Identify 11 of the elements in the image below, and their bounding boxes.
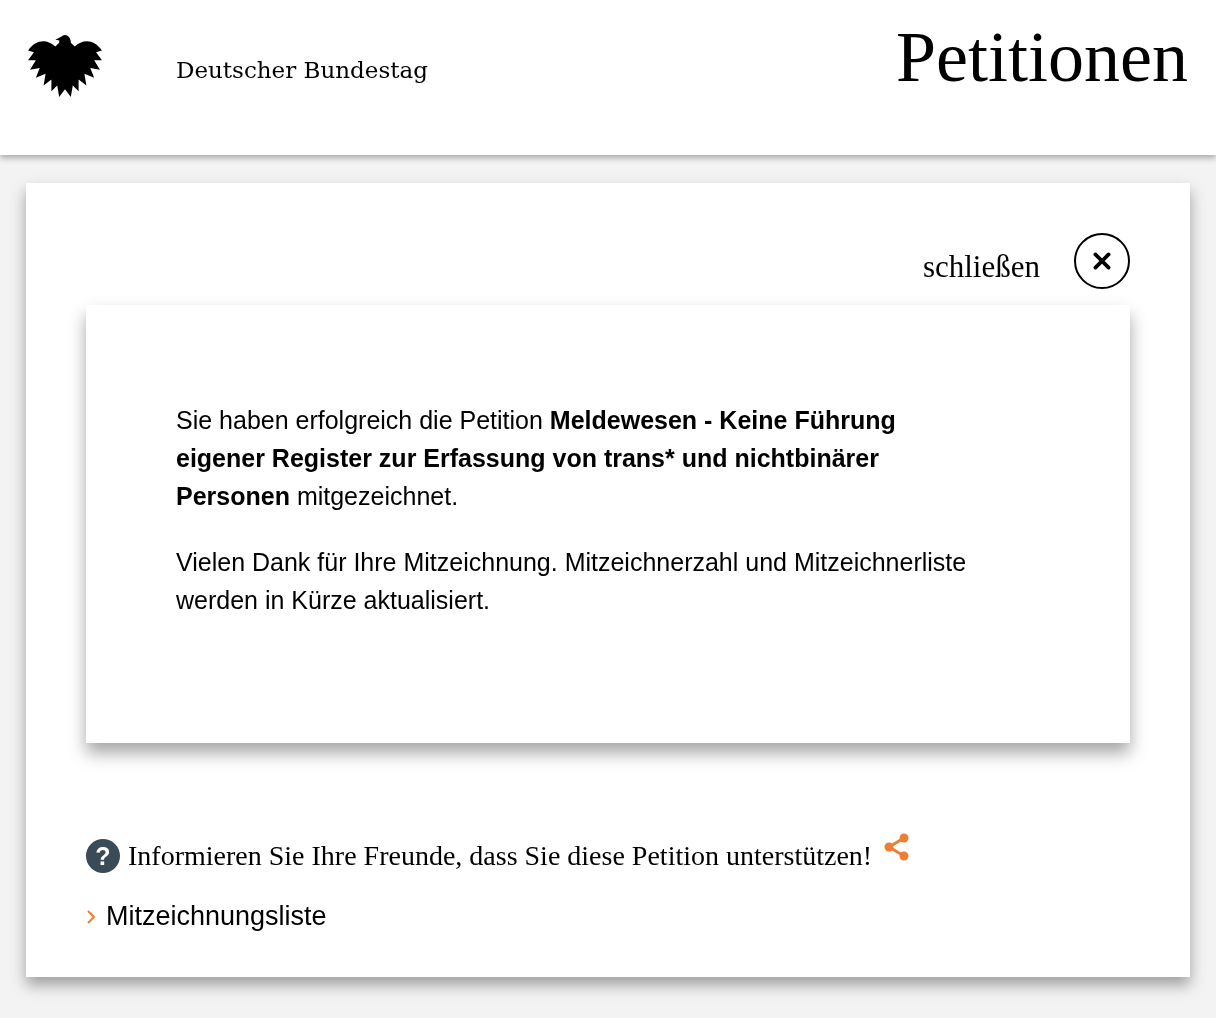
share-prompt: Informieren Sie Ihre Freunde, dass Sie diese Petition unterstützen! (128, 840, 873, 872)
chevron-icon (86, 908, 96, 925)
close-icon (1091, 250, 1113, 272)
close-button[interactable] (1074, 233, 1130, 289)
signature-list-link[interactable]: Mitzeichnungsliste (106, 901, 327, 932)
message-paragraph: Vielen Dank für Ihre Mitzeichnung. Mitzeichnerzahl und Mitzeichnerliste werden in Kürze aktualisiert. (176, 547, 968, 616)
help-icon[interactable]: ? (86, 839, 120, 873)
page-title: Petitionen (896, 16, 1188, 99)
organization-name: Deutscher Bundestag (176, 56, 429, 83)
close-label[interactable]: schließen (922, 249, 1040, 285)
message-paragraph: Sie haben erfolgreich die Petition Meldewesen - Keine Führung eigener Register zur Erfassung von trans* und nichtbinärer Personen mitgezeichnet. (176, 405, 897, 512)
